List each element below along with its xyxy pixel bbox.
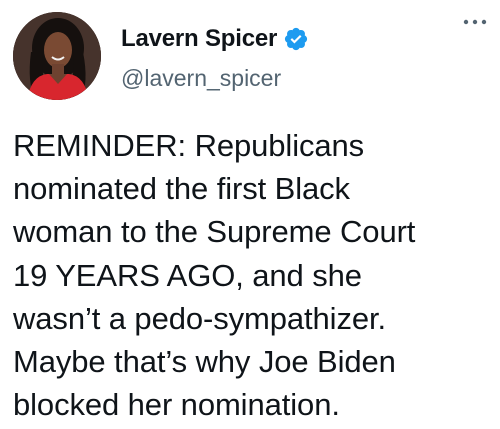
tweet-text-line: wasn’t a pedo-sympathizer. [13, 300, 387, 336]
avatar[interactable] [13, 12, 101, 100]
tweet-card: Lavern Spicer @lavern_spicer REMINDER: R… [0, 0, 500, 429]
tweet-text-line: blocked her nomination. [13, 387, 340, 423]
profile-photo [13, 12, 101, 100]
tweet-text-line: Maybe that’s why Joe Biden [13, 344, 396, 380]
tweet-text-line: 19 YEARS AGO, and she [13, 257, 362, 293]
author-name-row: Lavern Spicer [121, 24, 309, 54]
display-name[interactable]: Lavern Spicer [121, 25, 277, 53]
verified-badge-icon [283, 26, 309, 52]
author-handle[interactable]: @lavern_spicer [121, 65, 281, 92]
tweet-text: REMINDER: Republicans nominated the firs… [13, 124, 493, 426]
more-options-icon[interactable] [460, 12, 490, 32]
tweet-text-line: REMINDER: Republicans [13, 128, 365, 163]
tweet-text-line: nominated the first Black [13, 171, 350, 207]
tweet-text-line: woman to the Supreme Court [13, 214, 416, 250]
